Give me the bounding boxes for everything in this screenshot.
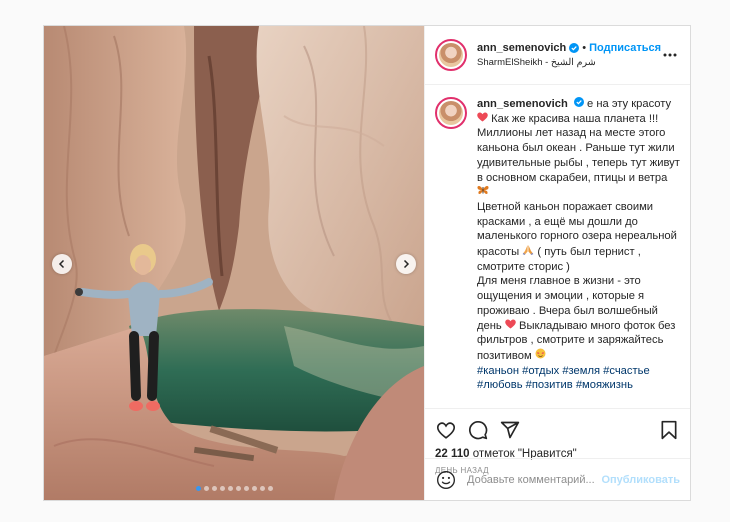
carousel-dot bbox=[203, 486, 209, 491]
caption-text: ann_semenovich е на эту красоту Как же к… bbox=[477, 97, 680, 408]
heart-icon bbox=[505, 319, 516, 329]
butterfly-icon bbox=[477, 186, 489, 195]
emoji-icon bbox=[437, 470, 455, 489]
post-header: ann_semenovich • Подписаться SharmElShei… bbox=[425, 26, 690, 85]
carousel-dot bbox=[219, 486, 225, 491]
caption-username-link[interactable]: ann_semenovich bbox=[477, 98, 568, 110]
comments-area: ann_semenovich е на эту красоту Как же к… bbox=[425, 85, 690, 408]
comment-icon bbox=[469, 421, 488, 440]
avatar[interactable] bbox=[435, 39, 467, 71]
comment-button[interactable] bbox=[467, 419, 489, 441]
chevron-right-icon bbox=[403, 259, 410, 269]
smiling-hearts-icon bbox=[535, 348, 546, 359]
header-text: ann_semenovich • Подписаться SharmElShei… bbox=[477, 42, 662, 68]
verified-icon bbox=[569, 43, 580, 53]
caption-part-1: е на эту красоту bbox=[583, 98, 672, 110]
verified-icon bbox=[573, 97, 584, 107]
save-button[interactable] bbox=[658, 419, 680, 441]
carousel-dot bbox=[211, 486, 217, 491]
previous-photo-button[interactable] bbox=[52, 254, 72, 274]
heart-icon bbox=[477, 112, 488, 122]
carousel-dot bbox=[251, 486, 257, 491]
publish-button[interactable]: Опубликовать bbox=[601, 474, 680, 486]
next-photo-button[interactable] bbox=[396, 254, 416, 274]
location-link[interactable]: SharmElSheikh - شرم الشيخ bbox=[477, 57, 662, 68]
share-button[interactable] bbox=[499, 419, 521, 441]
instagram-post: ann_semenovich • Подписаться SharmElShei… bbox=[43, 25, 691, 501]
canyon-photo bbox=[44, 26, 424, 500]
carousel-dot bbox=[195, 486, 201, 491]
username-link[interactable]: ann_semenovich bbox=[477, 42, 566, 54]
save-icon bbox=[661, 420, 677, 440]
follow-button[interactable]: Подписаться bbox=[589, 42, 661, 54]
carousel-dot bbox=[259, 486, 265, 491]
carousel-dot bbox=[243, 486, 249, 491]
action-icons-row bbox=[435, 415, 680, 445]
hashtags-links[interactable]: #каньон #отдых #земля #счастье #любовь #… bbox=[477, 365, 650, 392]
more-options-button[interactable] bbox=[662, 47, 678, 63]
like-button[interactable] bbox=[435, 419, 457, 441]
carousel-dots bbox=[44, 486, 424, 491]
share-icon bbox=[500, 421, 520, 439]
emoji-button[interactable] bbox=[435, 469, 457, 491]
header-top-row: ann_semenovich • Подписаться bbox=[477, 42, 662, 54]
like-icon bbox=[436, 422, 456, 439]
praying-hands-icon bbox=[522, 245, 534, 256]
more-icon bbox=[663, 53, 677, 57]
separator-dot: • bbox=[582, 42, 587, 54]
add-comment-bar: Опубликовать bbox=[425, 458, 690, 500]
caption-part-2: Как же красива наша планета !!! Миллионы… bbox=[477, 112, 680, 184]
comment-input[interactable] bbox=[467, 473, 602, 486]
carousel-dot bbox=[235, 486, 241, 491]
post-side-panel: ann_semenovich • Подписаться SharmElShei… bbox=[424, 26, 690, 500]
chevron-left-icon bbox=[58, 259, 65, 269]
carousel-dot bbox=[227, 486, 233, 491]
post-photo[interactable] bbox=[44, 26, 424, 500]
carousel-dot bbox=[267, 486, 273, 491]
caption-avatar[interactable] bbox=[435, 97, 467, 129]
